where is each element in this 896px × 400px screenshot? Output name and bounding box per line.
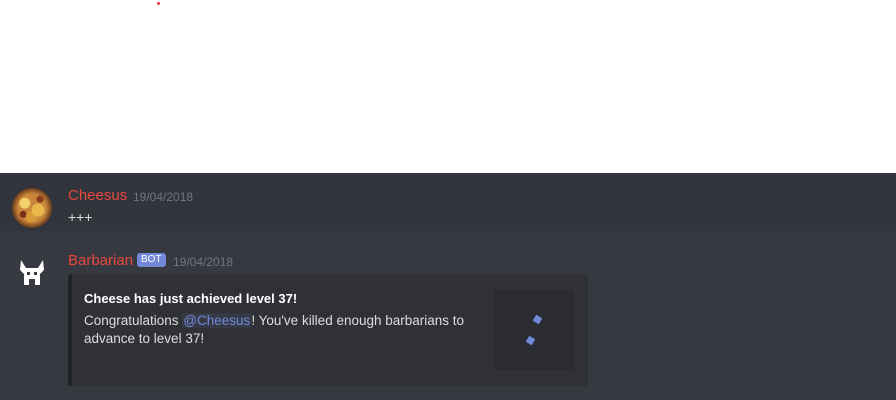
embed-title: Cheese has just achieved level 37! <box>84 291 298 306</box>
avatar[interactable] <box>12 188 52 228</box>
barbarian-helmet-icon <box>20 260 44 285</box>
rich-embed: Cheese has just achieved level 37! Congr… <box>68 274 588 386</box>
message-timestamp: 19/04/2018 <box>173 255 234 269</box>
user-mention[interactable]: @Cheesus <box>182 313 252 328</box>
message-username[interactable]: Cheesus <box>68 187 127 204</box>
avatar[interactable] <box>12 253 52 293</box>
confetti-icon <box>525 335 536 346</box>
embed-thumbnail[interactable] <box>494 290 574 370</box>
message-content: +++ <box>68 209 93 225</box>
confetti-icon <box>532 314 543 325</box>
message-username[interactable]: Barbarian <box>68 252 133 269</box>
embed-description-text: Congratulations <box>84 313 183 328</box>
embed-description: Congratulations @Cheesus! You've killed … <box>84 312 484 348</box>
chat-message-list: Cheesus 19/04/2018 +++ Barbarian BOT 19/… <box>0 173 896 400</box>
blank-canvas-area <box>0 0 896 173</box>
message-timestamp: 19/04/2018 <box>133 190 194 204</box>
bot-badge: BOT <box>137 253 166 267</box>
red-dot-marker <box>157 2 160 5</box>
